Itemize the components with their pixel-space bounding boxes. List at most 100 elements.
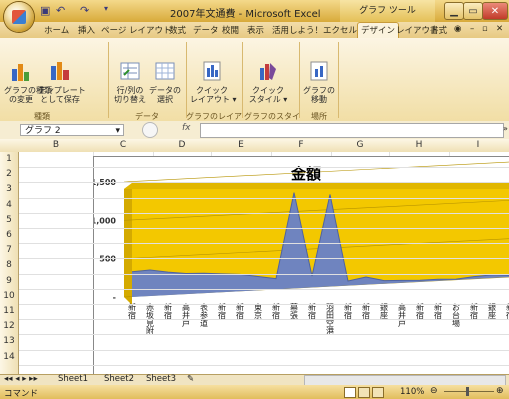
move-chart-button[interactable]: グラフの 移動 <box>302 60 336 104</box>
zoom-level[interactable]: 110% <box>400 387 424 397</box>
grid-line <box>19 197 509 199</box>
sheet-tab-1[interactable]: Sheet1 <box>58 374 88 384</box>
quick-layout-button[interactable]: クイック レイアウト ▾ <box>190 60 237 104</box>
zoom-in-icon[interactable]: ⊕ <box>496 386 504 396</box>
insert-sheet-icon[interactable]: ✎ <box>187 374 194 384</box>
grid-line <box>19 364 509 366</box>
sheet-tab-3[interactable]: Sheet3 <box>146 374 176 384</box>
change-chart-type-label: グラフの種類 の変更 <box>4 86 52 104</box>
sheet-tab-2[interactable]: Sheet2 <box>104 374 134 384</box>
formula-input[interactable] <box>200 123 504 138</box>
tab-view[interactable]: 表示 <box>247 24 264 36</box>
grid-line <box>19 304 509 305</box>
select-data-label: データの 選択 <box>149 86 181 104</box>
save-icon[interactable]: ▣ <box>40 4 50 17</box>
tab-excel-tips[interactable]: 活用しよう！エクセル <box>272 24 357 36</box>
row-header-9[interactable]: 9 <box>0 276 18 286</box>
move-chart-label: グラフの 移動 <box>303 86 335 104</box>
undo-icon[interactable]: ↶ <box>56 4 65 17</box>
top-edge <box>124 183 509 189</box>
office-logo-icon <box>12 10 26 24</box>
quick-style-label: クイック スタイル ▾ <box>248 86 288 104</box>
row-header-7[interactable]: 7 <box>0 245 18 255</box>
expand-bar-icon[interactable]: » <box>503 124 508 133</box>
y-axis: 1,5001,000500- <box>91 178 117 302</box>
normal-view-icon[interactable] <box>344 387 356 398</box>
help-icon[interactable]: ◉ <box>454 24 461 34</box>
name-box[interactable]: グラフ 2 ▾ <box>20 124 124 136</box>
minimize-button[interactable]: ▁ <box>444 2 464 20</box>
column-header-g[interactable]: G <box>331 140 389 150</box>
quick-style-button[interactable]: クイック スタイル ▾ <box>246 60 290 104</box>
ribbon-restore-icon[interactable]: ▫ <box>482 24 488 34</box>
zoom-out-icon[interactable]: ⊖ <box>430 386 438 396</box>
row-header-11[interactable]: 11 <box>0 306 18 316</box>
tab-page-layout[interactable]: ページ レイアウト <box>101 24 172 36</box>
chart-tools-title: グラフ ツール <box>340 0 435 22</box>
sheet-nav-icon[interactable]: ◂◂ ◂ ▸ ▸▸ <box>4 374 38 384</box>
row-header-14[interactable]: 14 <box>0 352 18 362</box>
column-header-b[interactable]: B <box>19 140 93 150</box>
column-header-i[interactable]: I <box>449 140 507 150</box>
column-header-f[interactable]: F <box>271 140 331 150</box>
select-data-button[interactable]: データの 選択 <box>148 60 182 104</box>
x-tick-label: 高井戸 <box>182 302 191 328</box>
row-header-4[interactable]: 4 <box>0 200 18 210</box>
status-mode: コマンド <box>4 389 39 399</box>
change-chart-type-button[interactable]: グラフの種類 の変更 <box>4 60 52 104</box>
row-header-1[interactable]: 1 <box>0 154 18 164</box>
row-header-6[interactable]: 6 <box>0 230 18 240</box>
switch-row-col-button[interactable]: 行/列の 切り替え <box>112 60 148 104</box>
tab-home[interactable]: ホーム <box>44 24 69 36</box>
tab-design[interactable]: デザイン <box>357 22 400 39</box>
column-header-c[interactable]: C <box>93 140 153 150</box>
select-data-icon <box>155 62 175 80</box>
row-header-13[interactable]: 13 <box>0 336 18 346</box>
save-template-label: テンプレート として保存 <box>38 86 86 104</box>
chevron-down-icon[interactable]: ▾ <box>115 125 120 137</box>
chart-area[interactable]: 1,5001,000500- 金額 新宿赤坂見附新宿高井戸表参道新宿新宿東京新宿… <box>91 156 509 375</box>
save-template-button[interactable]: テンプレート として保存 <box>38 60 86 104</box>
chart-svg: 1,5001,000500- 金額 新宿赤坂見附新宿高井戸表参道新宿新宿東京新宿… <box>91 161 509 336</box>
row-header-3[interactable]: 3 <box>0 184 18 194</box>
column-header-d[interactable]: D <box>153 140 211 150</box>
grid-line <box>19 167 509 169</box>
template-icon <box>51 62 69 80</box>
column-header-e[interactable]: E <box>211 140 271 150</box>
page-break-view-icon[interactable] <box>372 387 384 398</box>
redo-icon[interactable]: ↷ <box>80 4 89 17</box>
office-button[interactable] <box>4 2 34 32</box>
y-tick-label: 1,000 <box>94 216 116 225</box>
group-divider <box>108 42 109 118</box>
ribbon-close-icon[interactable]: ✕ <box>496 24 503 34</box>
window-title: 2007年文通費 - Microsoft Excel <box>170 9 321 20</box>
zoom-slider[interactable] <box>444 391 494 392</box>
tab-formulas[interactable]: 数式 <box>169 24 186 36</box>
group-divider <box>186 42 187 118</box>
page-layout-view-icon[interactable] <box>358 387 370 398</box>
row-header-8[interactable]: 8 <box>0 260 18 270</box>
column-header-h[interactable]: H <box>389 140 449 150</box>
row-header-10[interactable]: 10 <box>0 291 18 301</box>
grid-line <box>19 273 509 275</box>
quick-layout-label: クイック レイアウト ▾ <box>190 86 237 104</box>
row-header-12[interactable]: 12 <box>0 321 18 331</box>
fx-icon[interactable]: fx <box>182 123 191 133</box>
tab-insert[interactable]: 挿入 <box>78 24 95 36</box>
x-tick-label: お台場 <box>452 303 461 328</box>
row-header-5[interactable]: 5 <box>0 215 18 225</box>
tab-review[interactable]: 校閲 <box>222 24 239 36</box>
qat-customize-icon[interactable]: ▾ <box>104 4 108 13</box>
switch-row-col-label: 行/列の 切り替え <box>114 86 146 104</box>
tab-data[interactable]: データ <box>193 24 219 36</box>
expand-formula-icon[interactable] <box>142 122 158 138</box>
x-tick-label: 表参道 <box>200 302 209 328</box>
close-button[interactable]: ✕ <box>482 2 508 20</box>
tab-format[interactable]: 書式 <box>430 24 447 36</box>
row-header-2[interactable]: 2 <box>0 169 18 179</box>
maximize-button[interactable]: ▭ <box>463 2 483 20</box>
ribbon-minimize-icon[interactable]: – <box>470 24 474 34</box>
grid-line <box>19 319 509 321</box>
zoom-slider-thumb[interactable] <box>466 387 469 396</box>
move-chart-icon <box>310 61 328 81</box>
